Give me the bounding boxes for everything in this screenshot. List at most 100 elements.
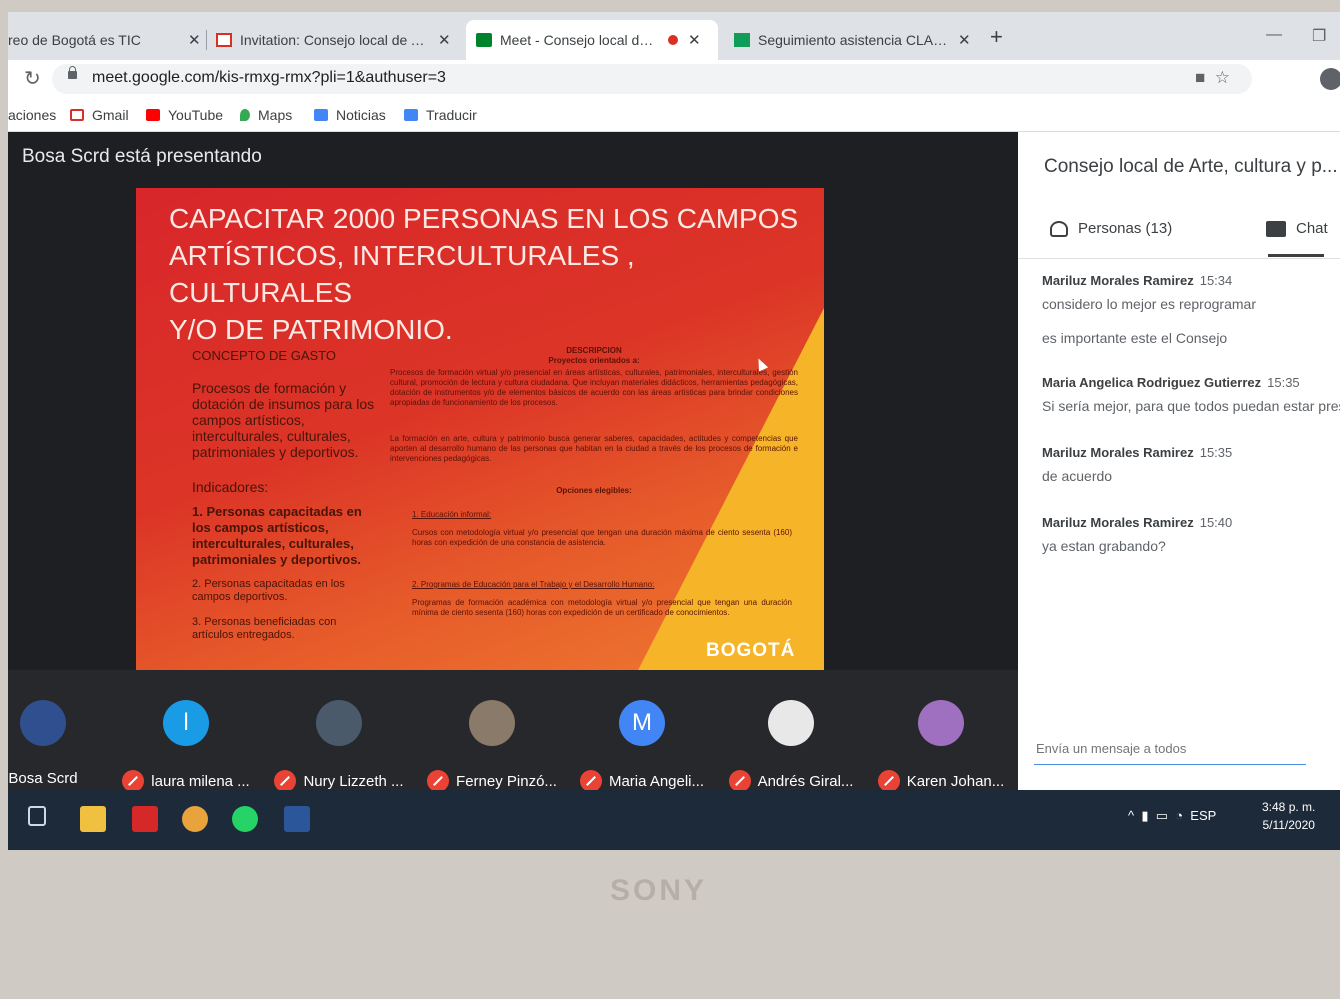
indicador-2: 2. Personas capacitadas en los campos de…	[192, 578, 345, 604]
chrome-icon[interactable]	[182, 806, 208, 832]
reload-icon[interactable]: ↻	[24, 66, 41, 91]
map-pin-icon	[240, 109, 250, 121]
concepto-line: dotación de insumos para los	[192, 396, 375, 412]
participant-tile[interactable]: l laura milena ...	[111, 680, 261, 792]
active-tab-indicator	[1268, 254, 1324, 257]
indicador-1: 1. Personas capacitadas en los campos ar…	[192, 504, 362, 568]
tab-correo[interactable]: reo de Bogotá es TIC ✕	[8, 20, 208, 60]
profile-avatar[interactable]	[1320, 68, 1340, 90]
message-sender: Mariluz Morales Ramirez	[1042, 273, 1194, 288]
concepto-line: interculturales, culturales,	[192, 428, 351, 444]
close-icon[interactable]: ✕	[688, 31, 701, 49]
participant-name: Maria Angeli...	[567, 770, 717, 792]
participant-tile[interactable]: Andrés Giral...	[716, 680, 866, 792]
message-time: 15:40	[1199, 515, 1233, 530]
close-icon[interactable]: ✕	[188, 31, 201, 49]
descripcion-subtitle: Proyectos orientados a:	[548, 356, 640, 365]
new-tab-button[interactable]: +	[990, 24, 1003, 50]
slide-title: CAPACITAR 2000 PERSONAS EN LOS CAMPOS AR…	[169, 200, 809, 348]
tab-label: Meet - Consejo local de Arte	[500, 32, 660, 48]
bookmark-traducir[interactable]: Traducir	[404, 107, 477, 123]
indicador-3: 3. Personas beneficiadas con artículos e…	[192, 616, 336, 642]
participant-name-text: Karen Johan...	[906, 772, 1005, 790]
system-clock[interactable]: 3:48 p. m. 5/11/2020	[1262, 798, 1315, 834]
participant-name-text: Nury Lizzeth ...	[303, 772, 404, 790]
file-explorer-icon[interactable]	[80, 806, 106, 832]
acrobat-icon[interactable]	[132, 806, 158, 832]
participant-name-text: laura milena ...	[151, 772, 250, 790]
system-tray[interactable]: ^ ▮ ▭ ◔ ESP	[1128, 808, 1216, 824]
concepto-line: campos artísticos,	[192, 412, 305, 428]
message-sender: Mariluz Morales Ramirez	[1042, 515, 1194, 530]
message-time: 15:35	[1199, 445, 1233, 460]
windows-taskbar: ^ ▮ ▭ ◔ ESP 3:48 p. m. 5/11/2020	[8, 790, 1340, 850]
chat-icon	[1266, 220, 1286, 237]
bookmark-label: Maps	[258, 107, 293, 123]
indicador-line: los campos artísticos,	[192, 520, 329, 535]
presentation-stage: Bosa Scrd está presentando CAPACITAR 200…	[8, 132, 1018, 670]
bookmark-gmail[interactable]: Gmail	[70, 107, 129, 123]
bookmark-star-icon[interactable]: ■ ☆	[1195, 68, 1230, 88]
address-bar[interactable]: meet.google.com/kis-rmxg-rmx?pli=1&authu…	[52, 64, 1252, 94]
message-text: considero lo mejor es reprogramar	[1042, 296, 1256, 312]
indicador-line: artículos entregados.	[192, 629, 295, 641]
chat-input-field[interactable]	[1034, 740, 1310, 757]
bookmark-noticias[interactable]: Noticias	[314, 107, 386, 123]
participant-tile[interactable]: Ferney Pinzó...	[417, 680, 567, 792]
people-icon	[1050, 220, 1068, 237]
participant-avatar	[469, 700, 515, 746]
people-tab-label: Personas (13)	[1078, 220, 1173, 237]
tab-invitation[interactable]: Invitation: Consejo local de Arte, ✕	[216, 20, 458, 60]
participant-avatar: M	[619, 700, 665, 746]
mic-off-icon	[728, 770, 751, 792]
tab-people[interactable]: Personas (13)	[1050, 220, 1172, 237]
opcion-2: 2. Programas de Educación para el Trabaj…	[412, 580, 655, 589]
tab-seguimiento[interactable]: Seguimiento asistencia CLACPs 2 ✕	[728, 20, 978, 60]
participant-tile[interactable]: Nury Lizzeth ...	[264, 680, 414, 792]
restore-icon[interactable]: ❐	[1312, 26, 1326, 46]
chat-message-input[interactable]	[1034, 740, 1310, 765]
tab-chat[interactable]: Chat	[1266, 220, 1328, 237]
presenter-label: Bosa Scrd está presentando	[22, 146, 262, 167]
tab-meet[interactable]: Meet - Consejo local de Arte ✕	[466, 20, 718, 60]
meet-icon	[476, 33, 492, 47]
indicador-line: patrimoniales y deportivos.	[192, 552, 362, 567]
close-icon[interactable]: ✕	[958, 31, 971, 49]
concepto-line: patrimoniales y deportivos.	[192, 444, 359, 460]
participant-tile[interactable]: Karen Johan...	[866, 680, 1016, 792]
gmail-icon	[216, 33, 232, 47]
participant-name: Nury Lizzeth ...	[264, 770, 414, 792]
monitor-screen: reo de Bogotá es TIC ✕ Invitation: Conse…	[8, 12, 1340, 850]
minimize-icon[interactable]: —	[1266, 26, 1282, 44]
mic-off-icon	[427, 770, 450, 792]
message-sender: Mariluz Morales Ramirez	[1042, 445, 1194, 460]
title-line: CAPACITAR 2000 PERSONAS EN LOS CAMPOS	[169, 203, 799, 234]
descripcion-title: DESCRIPCION	[566, 346, 622, 355]
browser-tab-strip: reo de Bogotá es TIC ✕ Invitation: Conse…	[8, 12, 1340, 60]
bookmark-apps[interactable]: aciones	[8, 107, 56, 123]
recording-icon	[668, 35, 678, 45]
participant-name: Karen Johan...	[866, 770, 1016, 792]
bookmark-maps[interactable]: Maps	[240, 107, 292, 123]
participant-name: Andrés Giral...	[716, 770, 866, 792]
indicador-line: campos deportivos.	[192, 591, 288, 603]
participant-tile[interactable]: M Maria Angeli...	[567, 680, 717, 792]
message-time: 15:35	[1267, 375, 1300, 390]
whatsapp-icon[interactable]	[232, 806, 258, 832]
bookmark-label: YouTube	[168, 107, 224, 123]
gmail-icon	[70, 109, 84, 121]
participant-tile[interactable]: Bosa Scrd	[8, 680, 118, 787]
participant-avatar: l	[163, 700, 209, 746]
close-icon[interactable]: ✕	[438, 31, 451, 49]
language-indicator[interactable]: ESP	[1190, 808, 1216, 823]
bookmark-youtube[interactable]: YouTube	[146, 107, 223, 123]
chat-message: Mariluz Morales Ramirez 15:35 de acuerdo	[1042, 444, 1340, 484]
participant-name: laura milena ...	[111, 770, 261, 792]
opcion-1: 1. Educación informal:	[412, 510, 492, 519]
opcion-2-text: Programas de formación académica con met…	[412, 598, 792, 617]
message-sender: Maria Angelica Rodriguez Gutierrez	[1042, 375, 1262, 390]
task-view-icon[interactable]	[28, 806, 46, 826]
tab-label: Invitation: Consejo local de Arte,	[240, 32, 428, 48]
word-icon[interactable]	[284, 806, 310, 832]
sheets-icon	[734, 33, 750, 47]
